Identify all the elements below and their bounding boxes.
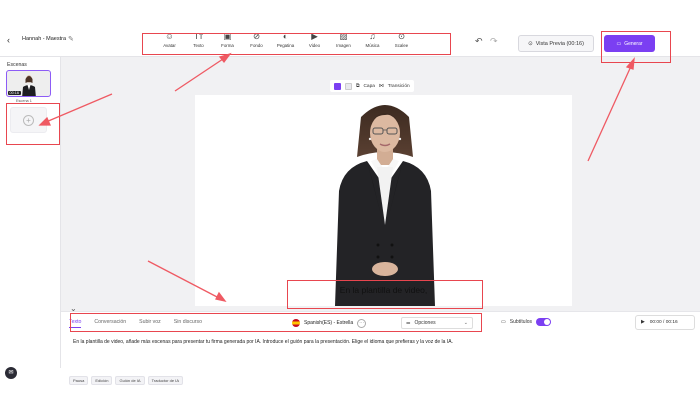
tool-chip[interactable]: Guión de IA — [115, 376, 145, 385]
tool-chip[interactable]: Traductor de IA — [147, 376, 184, 385]
script-tools: Pausa Edición Guión de IA Traductor de IA — [69, 376, 184, 385]
annotation-arrows — [38, 52, 635, 303]
app-window: ‹ Hannah - Maestra ✎ ☺ Avatar Tт Texto ▣ Form… — [0, 21, 700, 389]
mail-icon[interactable]: ✉ — [5, 367, 17, 379]
tool-chip[interactable]: Pausa — [69, 376, 89, 385]
tool-chip[interactable]: Edición — [91, 376, 113, 385]
